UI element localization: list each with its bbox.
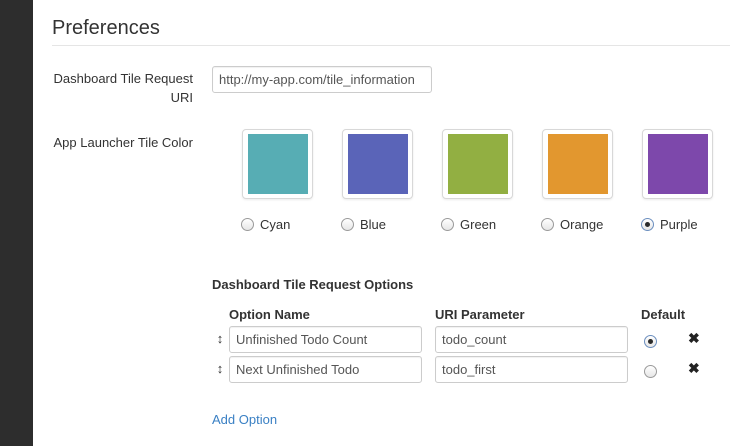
- color-radio-purple[interactable]: [641, 218, 654, 231]
- swatch-purple[interactable]: [642, 129, 713, 199]
- title-divider: [52, 45, 730, 46]
- swatch-blue-fill: [348, 134, 408, 194]
- column-header-uri-parameter: URI Parameter: [435, 307, 525, 322]
- sidebar: [0, 0, 33, 446]
- color-option-blue[interactable]: Blue: [341, 217, 386, 232]
- color-option-green[interactable]: Green: [441, 217, 496, 232]
- color-option-cyan[interactable]: Cyan: [241, 217, 290, 232]
- uri-parameter-input[interactable]: [435, 356, 628, 383]
- color-option-label: Orange: [560, 217, 604, 232]
- close-icon[interactable]: ✖: [688, 360, 700, 377]
- swatch-orange[interactable]: [542, 129, 613, 199]
- swatch-cyan-fill: [248, 134, 308, 194]
- add-option-link[interactable]: Add Option: [212, 412, 277, 427]
- request-options-heading: Dashboard Tile Request Options: [212, 277, 414, 292]
- default-radio[interactable]: [644, 335, 657, 348]
- option-name-input[interactable]: [229, 326, 422, 353]
- swatch-cyan[interactable]: [242, 129, 313, 199]
- color-radio-cyan[interactable]: [241, 218, 254, 231]
- drag-handle-icon[interactable]: ↕: [215, 331, 225, 346]
- uri-parameter-input[interactable]: [435, 326, 628, 353]
- swatch-purple-fill: [648, 134, 708, 194]
- default-radio[interactable]: [644, 365, 657, 378]
- column-header-default: Default: [641, 307, 686, 322]
- color-radio-green[interactable]: [441, 218, 454, 231]
- column-header-option-name: Option Name: [229, 307, 310, 322]
- close-icon[interactable]: ✖: [688, 330, 700, 347]
- color-radio-blue[interactable]: [341, 218, 354, 231]
- color-option-label: Green: [460, 217, 497, 232]
- tile-uri-input[interactable]: [212, 66, 432, 93]
- swatch-green[interactable]: [442, 129, 513, 199]
- option-name-input[interactable]: [229, 356, 422, 383]
- drag-handle-icon[interactable]: ↕: [215, 361, 225, 376]
- tile-uri-label: Dashboard Tile Request URI: [53, 71, 193, 105]
- color-option-label: Blue: [360, 217, 387, 232]
- swatch-blue[interactable]: [342, 129, 413, 199]
- swatch-orange-fill: [548, 134, 608, 194]
- color-radio-orange[interactable]: [541, 218, 554, 231]
- launcher-color-label: App Launcher Tile Color: [53, 135, 193, 150]
- page-title: Preferences: [52, 17, 160, 39]
- swatch-green-fill: [448, 134, 508, 194]
- color-option-label: Cyan: [260, 217, 291, 232]
- preferences-panel: Preferences Dashboard Tile Request URI A…: [33, 0, 730, 446]
- color-option-orange[interactable]: Orange: [541, 217, 603, 232]
- color-option-label: Purple: [660, 217, 698, 232]
- color-option-purple[interactable]: Purple: [641, 217, 698, 232]
